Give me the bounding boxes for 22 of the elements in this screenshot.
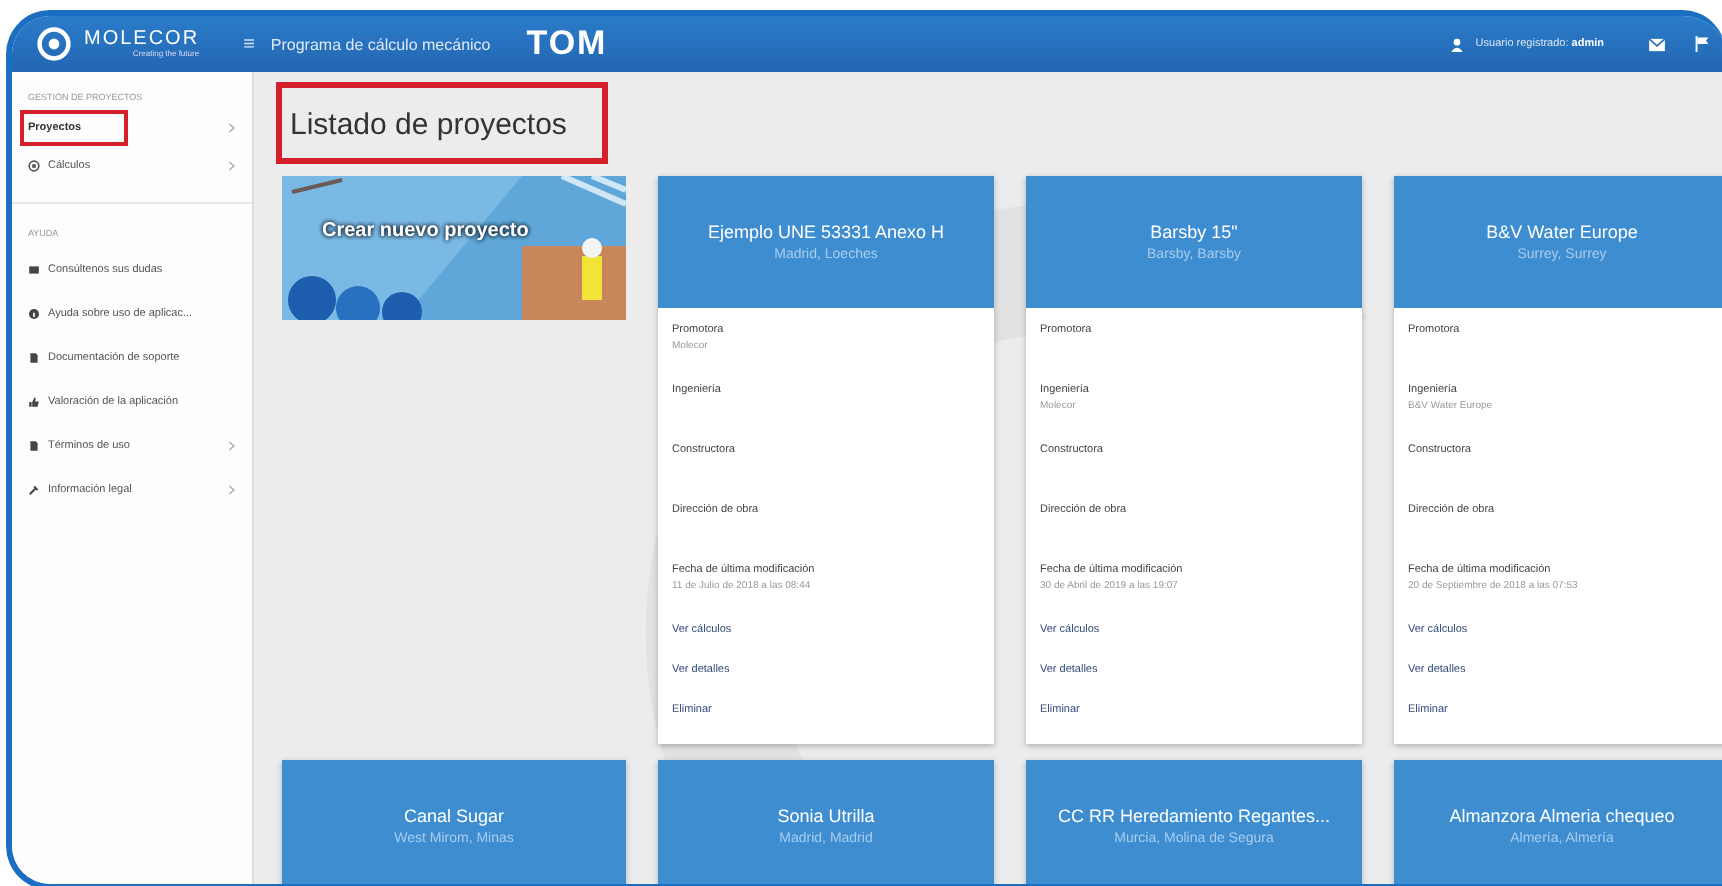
- help-icon: [28, 308, 40, 320]
- calculator-icon: [28, 160, 40, 172]
- project-title: Barsby 15": [1150, 222, 1238, 242]
- brand-name: MOLECOR: [84, 30, 200, 50]
- project-title: Ejemplo UNE 53331 Anexo H: [707, 222, 945, 242]
- app-title: Programa de cálculo mecánico: [270, 35, 491, 53]
- mail-icon[interactable]: [1648, 37, 1666, 51]
- logo-icon: [36, 26, 72, 62]
- menu-button[interactable]: ≡: [239, 33, 259, 55]
- project-title: Canal Sugar: [403, 806, 505, 826]
- project-title: Almanzora Almeria chequeo: [1449, 806, 1675, 826]
- thumbs-icon: [28, 396, 40, 408]
- document-icon: [28, 440, 40, 452]
- app-logo: TOM: [526, 24, 608, 64]
- page-title: Listado de proyectos: [282, 88, 603, 158]
- flag-icon[interactable]: [1694, 36, 1710, 52]
- project-title: CC RR Heredamiento Regantes...: [1057, 806, 1331, 826]
- project-title: B&V Water Europe: [1486, 222, 1638, 242]
- wrench-icon: [28, 484, 40, 496]
- project-title: Sonia Utrilla: [777, 806, 875, 826]
- document-icon: [28, 352, 40, 364]
- user-icon: [1449, 37, 1464, 51]
